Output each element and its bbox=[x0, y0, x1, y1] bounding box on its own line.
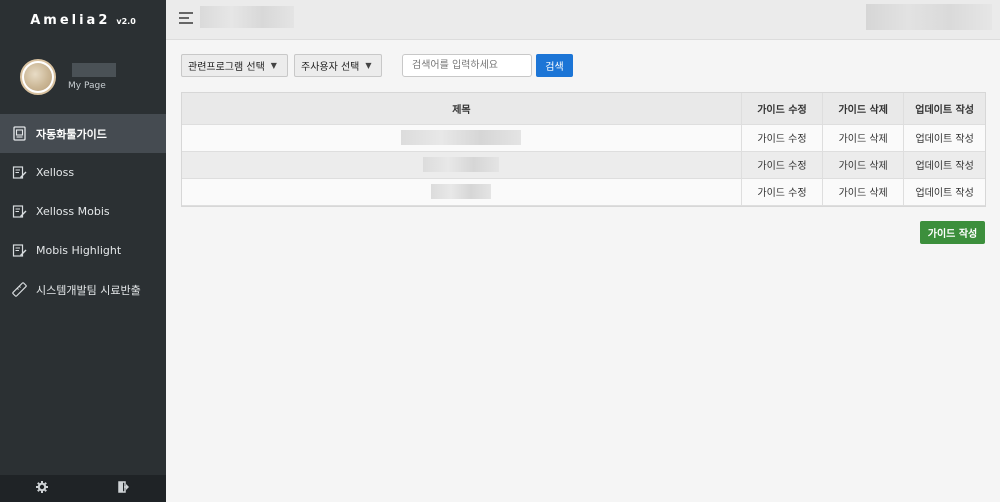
user-info-redacted[interactable] bbox=[866, 4, 992, 30]
row-title-redacted[interactable] bbox=[182, 124, 742, 152]
sidebar-item-label: 자동화툴가이드 bbox=[36, 127, 107, 141]
gear-icon bbox=[35, 481, 48, 496]
my-page-link[interactable]: My Page bbox=[68, 81, 116, 91]
menu-toggle-icon[interactable] bbox=[179, 12, 197, 28]
edit-doc-icon bbox=[12, 243, 27, 258]
settings-button[interactable] bbox=[0, 475, 83, 502]
sidebar-item-mobis-highlight[interactable]: Mobis Highlight bbox=[0, 231, 166, 270]
sidebar-item-sample-export[interactable]: 시스템개발팀 시료반출 bbox=[0, 270, 166, 309]
edit-doc-icon bbox=[12, 165, 27, 180]
chevron-down-icon: ▼ bbox=[365, 61, 372, 70]
sidebar-item-automation-guide[interactable]: 자동화툴가이드 bbox=[0, 114, 166, 153]
table-row: 가이드 수정 가이드 삭제 업데이트 작성 bbox=[182, 151, 985, 179]
edit-guide-button[interactable]: 가이드 수정 bbox=[741, 151, 824, 179]
profile[interactable]: My Page bbox=[0, 40, 166, 114]
main-content: 관련프로그램 선택 ▼ 주사용자 선택 ▼ 검색 제목 가이드 수정 가이드 삭… bbox=[166, 40, 1000, 502]
table-header-row: 제목 가이드 수정 가이드 삭제 업데이트 작성 bbox=[182, 93, 985, 125]
table-row: 가이드 수정 가이드 삭제 업데이트 작성 bbox=[182, 178, 985, 206]
delete-guide-button[interactable]: 가이드 삭제 bbox=[822, 124, 905, 152]
sidebar-nav: 자동화툴가이드 Xelloss Xelloss Mobis Mobis High… bbox=[0, 114, 166, 309]
delete-guide-button[interactable]: 가이드 삭제 bbox=[822, 151, 905, 179]
sidebar-item-label: 시스템개발팀 시료반출 bbox=[36, 283, 141, 297]
user-select-value: 주사용자 선택 bbox=[301, 62, 360, 73]
write-update-button[interactable]: 업데이트 작성 bbox=[903, 124, 985, 152]
profile-text: My Page bbox=[68, 63, 116, 91]
col-edit: 가이드 수정 bbox=[741, 93, 824, 125]
avatar[interactable] bbox=[20, 59, 56, 95]
program-select-value: 관련프로그램 선택 bbox=[188, 62, 265, 73]
sidebar-footer bbox=[0, 475, 166, 502]
sidebar-item-label: Xelloss Mobis bbox=[36, 205, 110, 218]
profile-name-redacted bbox=[72, 63, 116, 77]
create-guide-button[interactable]: 가이드 작성 bbox=[920, 221, 985, 244]
sidebar-item-label: Mobis Highlight bbox=[36, 244, 122, 257]
book-icon bbox=[12, 126, 27, 141]
row-title-redacted[interactable] bbox=[182, 178, 742, 206]
delete-guide-button[interactable]: 가이드 삭제 bbox=[822, 178, 905, 206]
sidebar-item-xelloss-mobis[interactable]: Xelloss Mobis bbox=[0, 192, 166, 231]
avatar-image bbox=[24, 63, 52, 91]
col-update: 업데이트 작성 bbox=[903, 93, 985, 125]
sidebar: Amelia2 v2.0 My Page 자동화툴가이드 Xelloss Xel… bbox=[0, 0, 166, 502]
topbar bbox=[166, 0, 1000, 40]
edit-doc-icon bbox=[12, 204, 27, 219]
sidebar-item-xelloss[interactable]: Xelloss bbox=[0, 153, 166, 192]
table-row: 가이드 수정 가이드 삭제 업데이트 작성 bbox=[182, 124, 985, 152]
search-button[interactable]: 검색 bbox=[536, 54, 573, 77]
search-input[interactable] bbox=[402, 54, 532, 77]
ruler-icon bbox=[12, 282, 27, 297]
filter-bar: 관련프로그램 선택 ▼ 주사용자 선택 ▼ 검색 bbox=[181, 54, 573, 77]
chevron-down-icon: ▼ bbox=[270, 61, 277, 70]
write-update-button[interactable]: 업데이트 작성 bbox=[903, 178, 985, 206]
col-title[interactable]: 제목 bbox=[182, 93, 742, 125]
logout-button[interactable] bbox=[83, 475, 166, 502]
guide-table: 제목 가이드 수정 가이드 삭제 업데이트 작성 가이드 수정 가이드 삭제 업… bbox=[181, 92, 986, 207]
page-title-redacted bbox=[200, 6, 294, 28]
app-name: Amelia2 bbox=[30, 12, 111, 28]
program-select[interactable]: 관련프로그램 선택 ▼ bbox=[181, 54, 288, 77]
app-version: v2.0 bbox=[116, 17, 136, 26]
logout-icon bbox=[118, 481, 131, 496]
sidebar-item-label: Xelloss bbox=[36, 166, 75, 179]
user-select[interactable]: 주사용자 선택 ▼ bbox=[294, 54, 382, 77]
edit-guide-button[interactable]: 가이드 수정 bbox=[741, 178, 824, 206]
row-title-redacted[interactable] bbox=[182, 151, 742, 179]
edit-guide-button[interactable]: 가이드 수정 bbox=[741, 124, 824, 152]
col-delete: 가이드 삭제 bbox=[822, 93, 905, 125]
brand[interactable]: Amelia2 v2.0 bbox=[0, 0, 166, 40]
write-update-button[interactable]: 업데이트 작성 bbox=[903, 151, 985, 179]
